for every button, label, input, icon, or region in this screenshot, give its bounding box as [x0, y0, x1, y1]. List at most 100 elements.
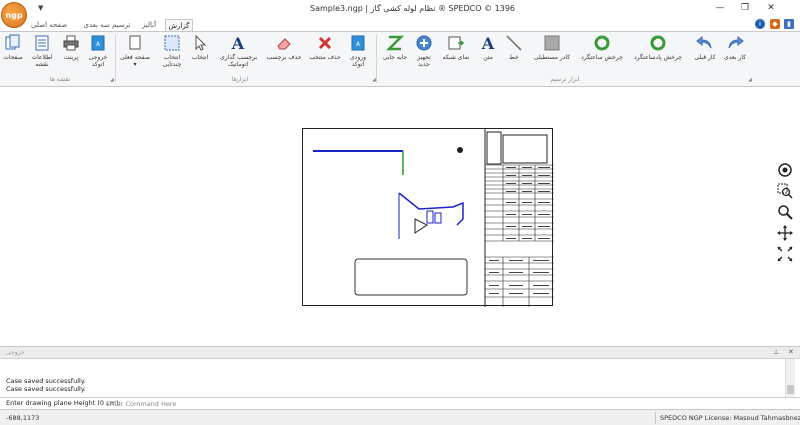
drawing-canvas[interactable]	[0, 88, 800, 344]
relocate-label: جابه جایی	[382, 54, 408, 61]
group-launcher-icon[interactable]: ◢	[110, 77, 114, 83]
text-button[interactable]: A متن	[478, 34, 498, 61]
rectangle-frame-button[interactable]: کادر مستطیلی	[530, 34, 574, 61]
redo-arrow-icon	[728, 35, 744, 49]
group-label-sheets: نقشه ها	[49, 76, 71, 83]
drawing-sheet[interactable]	[302, 128, 554, 307]
group-separator	[376, 35, 377, 83]
autocad-export-button[interactable]: A خروجی اتوکد	[86, 34, 110, 68]
delete-label-button[interactable]: حذف برچسب	[264, 34, 304, 61]
select-button[interactable]: انتخاب	[190, 34, 210, 61]
autocad-import-button[interactable]: A ورودی اتوکد	[346, 34, 370, 68]
tab-home[interactable]: صفحه اصلی	[28, 19, 70, 31]
redo-button[interactable]: کار بعدی	[722, 34, 748, 61]
output-panel-header: خروجی ⊥ ✕	[0, 347, 800, 359]
current-page-button[interactable]: صفحه فعلی ▾	[118, 34, 152, 68]
close-button[interactable]: ✕	[764, 2, 778, 14]
line-button[interactable]: خط	[504, 34, 524, 61]
rotate-cw-button[interactable]: چرخش ساعتگرد	[580, 34, 624, 61]
output-panel: خروجی ⊥ ✕ Case saved successfully. Case …	[0, 346, 800, 408]
scroll-thumb[interactable]	[787, 385, 794, 394]
rotate-cw-icon	[594, 35, 610, 51]
orbit-view-icon[interactable]	[777, 162, 793, 178]
tab-3d-drawing[interactable]: ترسیم سه بعدی	[82, 19, 132, 31]
add-circle-icon	[416, 35, 432, 51]
current-page-dropdown-icon[interactable]: ▾	[118, 61, 152, 68]
auto-label-button[interactable]: A برچسب گذاری اتوماتیک	[220, 34, 258, 68]
printer-icon	[63, 35, 79, 51]
rectangle-icon	[544, 35, 560, 51]
quick-access-dropdown-icon[interactable]: ▼	[38, 4, 43, 12]
autocad-import-label-1: ورودی	[349, 54, 367, 61]
autocad-import-label-2: اتوکد	[351, 61, 365, 68]
zoom-window-icon[interactable]	[777, 183, 793, 199]
group-launcher-icon[interactable]: ◢	[748, 77, 752, 83]
map-info-label-1: اطلاعات	[31, 54, 53, 61]
north-arrow-icon	[457, 147, 463, 153]
tab-analysis[interactable]: آنالیز	[138, 19, 160, 31]
delete-source-button[interactable]: حذف منتخب	[308, 34, 342, 61]
pipe-segment[interactable]	[398, 192, 464, 226]
select-label: انتخاب	[191, 54, 209, 61]
zoom-icon[interactable]	[777, 204, 793, 220]
title-block-cell	[486, 131, 502, 165]
rotate-ccw-button[interactable]: چرخش پادساعتگرد	[630, 34, 686, 61]
meter-symbol[interactable]	[426, 210, 434, 224]
delete-x-icon	[318, 36, 332, 50]
delete-source-label: حذف منتخب	[309, 54, 341, 61]
output-line: Case saved successfully.	[6, 385, 86, 393]
help-book-icon[interactable]: ▮	[784, 19, 794, 29]
settings-icon[interactable]: ◆	[770, 19, 780, 29]
output-scrollbar[interactable]	[785, 359, 795, 397]
multi-select-label-2: چندتایی	[162, 61, 182, 68]
ribbon: صفحات اطلاعات نقشه پرینت A خروجی اتوکد ن…	[0, 31, 800, 87]
pages-button[interactable]: صفحات	[2, 34, 24, 61]
valve-symbol[interactable]	[414, 218, 428, 234]
autocad-import-icon: A	[351, 35, 365, 51]
rotate-ccw-label: چرخش پادساعتگرد	[634, 54, 682, 61]
svg-text:A: A	[231, 34, 245, 52]
output-log: Case saved successfully. Case saved succ…	[0, 359, 800, 397]
text-label: متن	[483, 54, 493, 61]
title-bar: ngp ▼ Sample3.ngp | نظام لوله کشی گاز ® …	[0, 0, 800, 28]
minimize-button[interactable]: —	[713, 2, 727, 14]
logo-text: ngp	[5, 10, 23, 20]
undo-label: کار قبلی	[694, 54, 716, 61]
text-a-icon: A	[481, 34, 495, 52]
line-label: خط	[509, 54, 519, 61]
auto-label-label-2: اتوماتیک	[227, 61, 249, 68]
output-panel-title: خروجی	[6, 349, 25, 356]
svg-text:A: A	[481, 34, 495, 52]
multi-select-icon	[164, 35, 180, 51]
print-button[interactable]: پرینت	[60, 34, 82, 61]
multi-select-button[interactable]: انتخاب چندتایی	[158, 34, 186, 68]
restore-button[interactable]: ❐	[738, 2, 752, 14]
license-info: SPEDCO NGP License: Masoud Tahmasbnezhad	[660, 414, 800, 422]
output-close-icon[interactable]: ✕	[788, 348, 794, 356]
pan-move-icon[interactable]	[777, 225, 793, 241]
meter-symbol[interactable]	[434, 212, 442, 224]
relocate-button[interactable]: جابه جایی	[380, 34, 410, 61]
undo-button[interactable]: کار قبلی	[692, 34, 718, 61]
ribbon-tabs: صفحه اصلی ترسیم سه بعدی آنالیز گزارش	[0, 18, 800, 31]
tab-report[interactable]: گزارش	[165, 19, 193, 31]
map-info-button[interactable]: اطلاعات نقشه	[28, 34, 56, 68]
app-logo[interactable]: ngp	[1, 2, 27, 28]
pages-label: صفحات	[3, 54, 23, 61]
new-equipment-button[interactable]: تجهیز جدید	[412, 34, 436, 68]
autocad-export-label-2: اتوکد	[91, 61, 105, 68]
info-icon[interactable]: i	[755, 19, 765, 29]
grid-view-button[interactable]: نمای شبکه	[440, 34, 472, 61]
pin-icon[interactable]: ⊥	[773, 348, 779, 356]
grid-view-label: نمای شبکه	[442, 54, 470, 61]
line-icon	[506, 35, 522, 51]
auto-label-label-1: برچسب گذاری	[220, 54, 258, 61]
sheet-drawing	[313, 129, 554, 307]
rotate-cw-label: چرخش ساعتگرد	[581, 54, 623, 61]
group-separator	[115, 35, 116, 83]
new-equipment-label-2: جدید	[418, 61, 430, 68]
command-input[interactable]	[106, 399, 406, 408]
delete-label-label: حذف برچسب	[266, 54, 302, 61]
rotate-ccw-icon	[650, 35, 666, 51]
zoom-extents-icon[interactable]	[777, 246, 793, 262]
